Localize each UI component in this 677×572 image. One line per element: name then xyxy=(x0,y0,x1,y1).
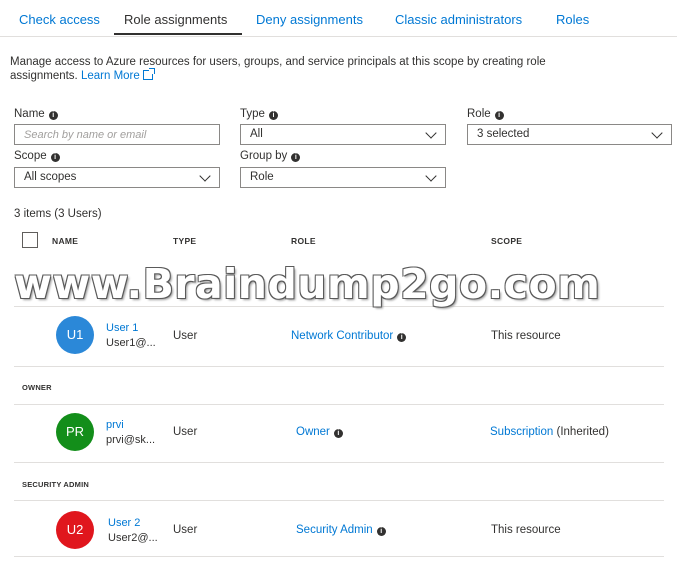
user-name-link[interactable]: prvi xyxy=(106,419,124,431)
tab-deny-assignments[interactable]: Deny assignments xyxy=(256,12,363,27)
intro-description: Manage access to Azure resources for use… xyxy=(10,55,610,83)
learn-more-label: Learn More xyxy=(80,70,140,82)
role-link-label: Network Contributor xyxy=(291,330,394,342)
role-link-label: Owner xyxy=(296,426,330,438)
info-icon: i xyxy=(333,429,343,438)
scope-dropdown[interactable]: All scopes xyxy=(14,167,220,188)
group-label-security-admin: SECURITY ADMIN xyxy=(22,480,89,489)
row-divider xyxy=(14,500,664,501)
info-icon: i xyxy=(268,111,278,120)
group-by-dropdown[interactable]: Role xyxy=(240,167,446,188)
tab-classic-administrators[interactable]: Classic administrators xyxy=(395,12,522,27)
role-filter-label: Role i xyxy=(467,108,504,120)
column-header-role[interactable]: ROLE xyxy=(291,236,316,246)
user-email: User2@... xyxy=(108,532,158,544)
tab-bar: Check access Role assignments Deny assig… xyxy=(0,0,677,37)
column-header-type[interactable]: TYPE xyxy=(173,236,196,246)
avatar: U2 xyxy=(56,511,94,549)
name-search-input[interactable] xyxy=(15,125,223,144)
user-type: User xyxy=(173,426,198,438)
user-name-link[interactable]: User 2 xyxy=(108,517,140,529)
watermark-text: www.Braindump2go.com xyxy=(14,260,601,308)
select-all-checkbox[interactable] xyxy=(22,232,38,248)
type-dropdown-value: All xyxy=(250,128,263,140)
tab-check-access[interactable]: Check access xyxy=(19,12,100,27)
info-icon: i xyxy=(50,153,60,162)
row-divider xyxy=(14,462,664,463)
group-by-dropdown-value: Role xyxy=(250,171,274,183)
scope-value: This resource xyxy=(491,524,561,536)
scope-inherited-suffix: (Inherited) xyxy=(556,426,609,438)
external-link-icon xyxy=(142,68,155,80)
avatar: U1 xyxy=(56,316,94,354)
chevron-down-icon xyxy=(425,170,437,182)
scope-filter-label: Scope i xyxy=(14,150,60,162)
avatar: PR xyxy=(56,413,94,451)
column-header-name[interactable]: NAME xyxy=(52,236,78,246)
info-icon: i xyxy=(397,333,407,342)
row-divider xyxy=(14,404,664,405)
group-by-filter-label: Group by i xyxy=(240,150,301,162)
scope-dropdown-value: All scopes xyxy=(24,171,77,183)
group-by-filter-label-text: Group by xyxy=(240,150,288,162)
tab-role-assignments[interactable]: Role assignments xyxy=(124,12,227,27)
active-tab-indicator xyxy=(114,33,242,35)
type-filter-label-text: Type xyxy=(240,108,265,120)
scope-text: This resource xyxy=(491,524,561,536)
info-icon: i xyxy=(48,111,58,120)
name-filter-label: Name i xyxy=(14,108,58,120)
scope-value: Subscription (Inherited) xyxy=(490,426,609,438)
group-label-owner: OWNER xyxy=(22,383,52,392)
role-link-label: Security Admin xyxy=(296,524,373,536)
role-filter-label-text: Role xyxy=(467,108,491,120)
type-dropdown[interactable]: All xyxy=(240,124,446,145)
row-divider xyxy=(14,366,664,367)
scope-value: This resource xyxy=(491,330,561,342)
row-divider xyxy=(14,556,664,557)
chevron-down-icon xyxy=(425,127,437,139)
name-search-field[interactable] xyxy=(14,124,223,145)
info-icon: i xyxy=(376,527,386,536)
name-filter-label-text: Name xyxy=(14,108,45,120)
scope-text: This resource xyxy=(491,330,561,342)
type-filter-label: Type i xyxy=(240,108,278,120)
user-type: User xyxy=(173,330,198,342)
role-link[interactable]: Security Admin i xyxy=(296,524,386,536)
learn-more-link[interactable]: Learn More xyxy=(80,68,155,82)
user-email: User1@... xyxy=(106,337,156,349)
user-email: prvi@sk... xyxy=(106,434,156,446)
chevron-down-icon xyxy=(651,127,663,139)
tab-roles[interactable]: Roles xyxy=(556,12,589,27)
role-link[interactable]: Owner i xyxy=(296,426,343,438)
scope-link[interactable]: Subscription xyxy=(490,426,553,438)
column-header-scope[interactable]: SCOPE xyxy=(491,236,522,246)
info-icon: i xyxy=(291,153,301,162)
role-dropdown[interactable]: 3 selected xyxy=(467,124,672,145)
items-count: 3 items (3 Users) xyxy=(14,208,102,220)
role-link[interactable]: Network Contributor i xyxy=(291,330,407,342)
user-name-link[interactable]: User 1 xyxy=(106,322,138,334)
role-dropdown-value: 3 selected xyxy=(477,128,530,140)
info-icon: i xyxy=(494,111,504,120)
scope-filter-label-text: Scope xyxy=(14,150,47,162)
user-type: User xyxy=(173,524,198,536)
chevron-down-icon xyxy=(199,170,211,182)
